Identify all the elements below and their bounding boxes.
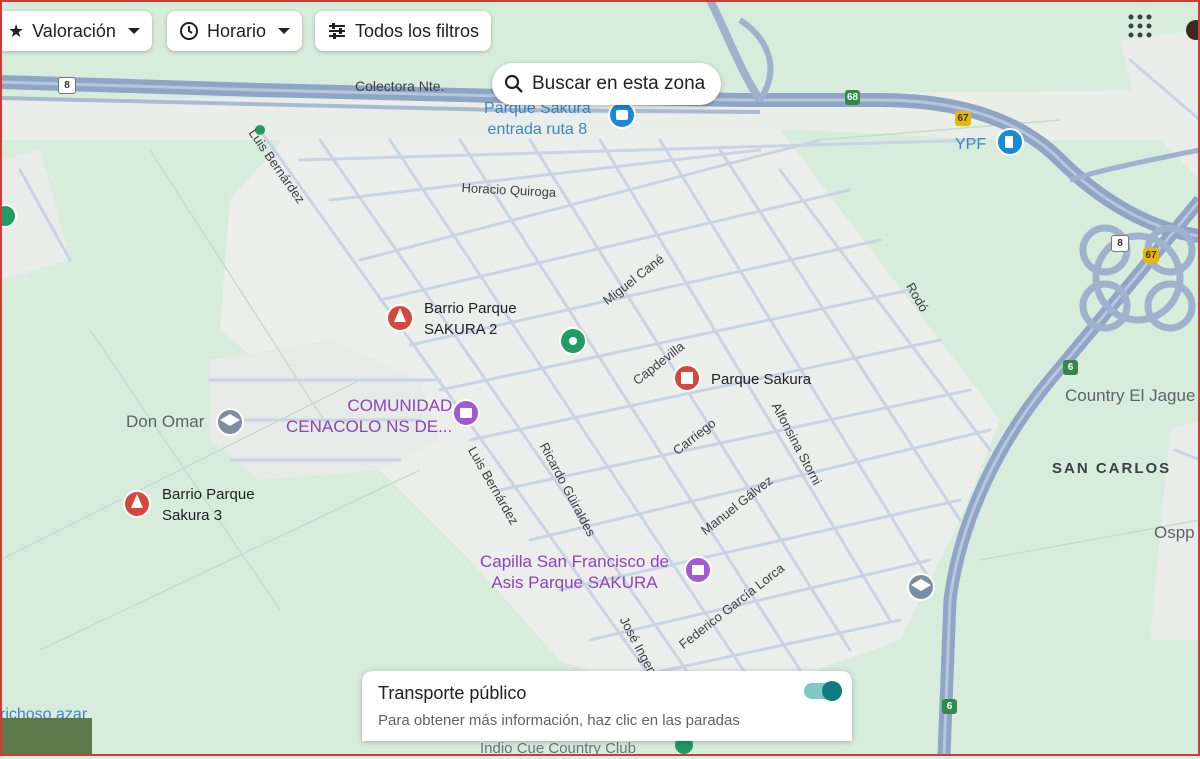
- place-subname: Asis Parque SAKURA: [491, 573, 658, 592]
- rating-filter-chip[interactable]: ★ Valoración: [0, 11, 152, 51]
- hours-filter-label: Horario: [207, 20, 267, 41]
- transit-layer-card[interactable]: Transporte público Para obtener más info…: [362, 671, 852, 741]
- transit-subtitle: Para obtener más información, haz clic e…: [378, 712, 740, 729]
- search-this-area-label: Buscar en esta zona: [532, 73, 706, 94]
- search-this-area-button[interactable]: Buscar en esta zona: [492, 63, 722, 105]
- place-label-barrio-sakura-3[interactable]: Barrio Parque Sakura 3: [162, 484, 255, 526]
- place-label-barrio-sakura-2[interactable]: Barrio Parque SAKURA 2: [424, 298, 517, 340]
- place-name: Barrio Parque: [424, 300, 517, 317]
- place-label-country-el-jaguel[interactable]: Country El Jague: [1065, 386, 1195, 406]
- chevron-down-icon: [127, 28, 140, 34]
- toggle-knob: [822, 681, 842, 701]
- place-label-capilla[interactable]: Capilla San Francisco de Asis Parque SAK…: [480, 551, 669, 593]
- all-filters-label: Todos los filtros: [355, 20, 480, 41]
- transit-title: Transporte público: [378, 683, 527, 703]
- route-shield: 67: [955, 111, 971, 126]
- rating-filter-label: Valoración: [32, 20, 116, 41]
- route-shield: 8: [1111, 235, 1129, 252]
- search-icon: [504, 74, 523, 93]
- sliders-icon: [329, 23, 345, 39]
- chevron-down-icon: [278, 28, 291, 34]
- street-label-colectora: Colectora Nte.: [355, 78, 445, 94]
- layers-thumbnail[interactable]: [2, 718, 92, 756]
- place-label-ypf[interactable]: YPF: [955, 134, 986, 155]
- map-canvas[interactable]: [0, 0, 1200, 756]
- route-shield: 6: [1063, 360, 1078, 375]
- place-name: COMUNIDAD: [347, 396, 453, 415]
- route-shield: 68: [845, 90, 860, 105]
- place-subname: SAKURA 2: [424, 321, 498, 338]
- place-label-ospp[interactable]: Ospp: [1154, 523, 1195, 543]
- place-subname: entrada ruta 8: [487, 121, 588, 138]
- district-label-san-carlos: SAN CARLOS: [1052, 460, 1172, 477]
- hours-filter-chip[interactable]: Horario: [167, 11, 303, 51]
- clock-icon: [180, 22, 198, 40]
- place-label-comunidad[interactable]: COMUNIDAD CENACOLO NS DE...: [286, 395, 452, 437]
- all-filters-chip[interactable]: Todos los filtros: [315, 11, 492, 51]
- place-subname: CENACOLO NS DE...: [286, 417, 453, 436]
- place-label-don-omar[interactable]: Don Omar: [126, 412, 204, 432]
- transit-toggle[interactable]: [804, 681, 842, 701]
- place-label-parque-sakura[interactable]: Parque Sakura: [711, 369, 811, 390]
- apps-grid-icon[interactable]: [1124, 10, 1156, 42]
- place-subname: Sakura 3: [162, 507, 223, 524]
- route-shield: 67: [1143, 248, 1159, 263]
- place-name: Capilla San Francisco de: [480, 552, 669, 571]
- route-shield: 6: [942, 699, 957, 714]
- place-name: Barrio Parque: [162, 486, 255, 503]
- route-shield: 8: [58, 77, 76, 94]
- star-icon: ★: [8, 20, 25, 41]
